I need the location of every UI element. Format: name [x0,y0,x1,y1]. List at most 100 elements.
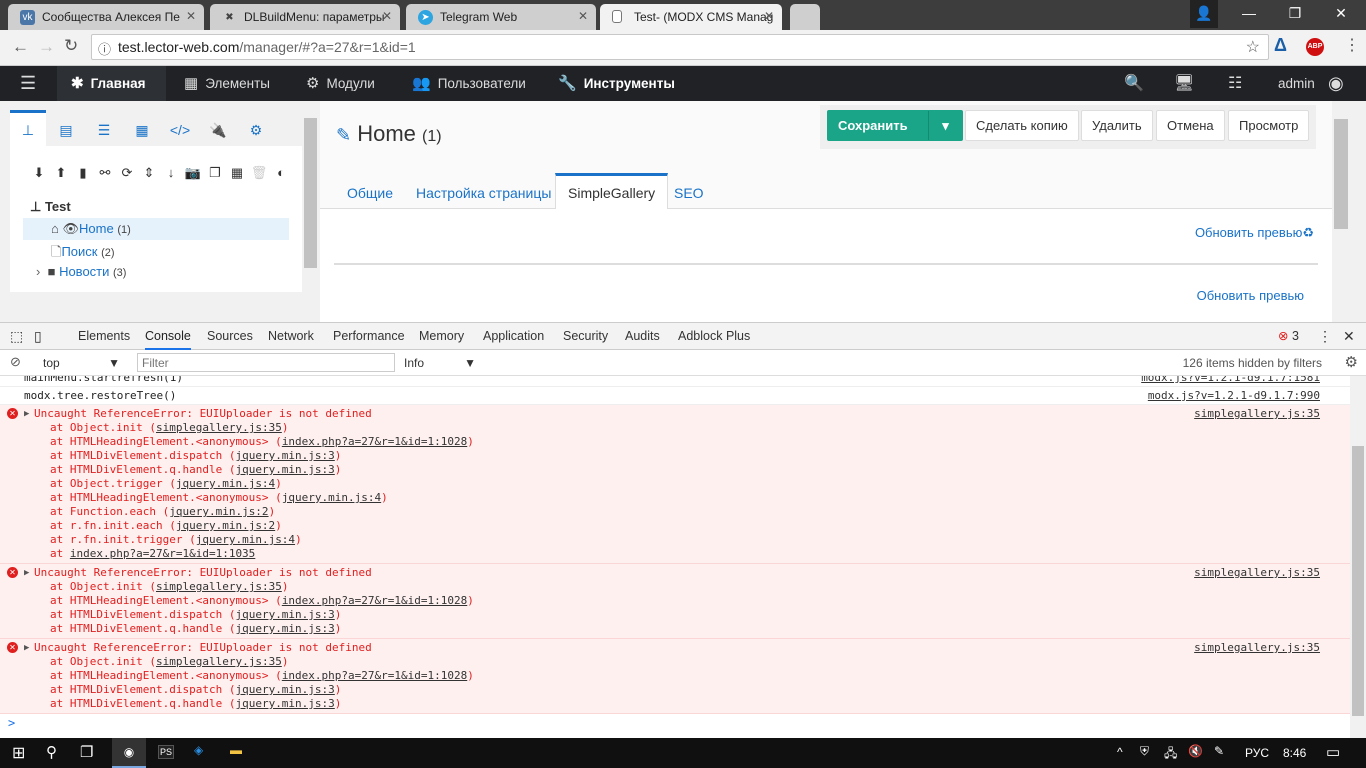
profile-icon[interactable]: 👤 [1190,0,1218,28]
settings-sliders-icon[interactable]: ☷ [1214,66,1256,101]
stack-link[interactable]: jquery.min.js:4 [196,533,295,546]
tree-node-home[interactable]: ⌂ 👁Home (1) [23,218,289,240]
devtools-tab-memory[interactable]: Memory [419,323,464,350]
stack-link[interactable]: index.php?a=27&r=1&id=1:1028 [282,669,467,682]
new-document-icon[interactable]: ▮ [72,165,94,181]
refresh-icon[interactable]: ⟳ [116,165,138,181]
explorer-taskbar-icon[interactable]: ▬ [230,743,242,757]
close-tab-icon[interactable]: ✕ [578,9,588,23]
console-settings-icon[interactable]: ⚙ [1345,353,1358,371]
grid-icon[interactable]: ▦ [226,165,248,181]
stack-link[interactable]: index.php?a=27&r=1&id=1:1028 [282,594,467,607]
browser-tab[interactable]: ✖ DLBuildMenu: параметры ✕ [210,4,400,30]
devtools-tab-console[interactable]: Console [145,323,191,350]
search-icon[interactable]: ⚲ [46,743,57,761]
close-window-button[interactable]: ✕ [1318,0,1364,28]
chevron-down-icon[interactable]: ▾ [928,111,962,140]
page-scrollbar[interactable] [1332,101,1366,322]
teamviewer-taskbar-icon[interactable]: ◈ [194,743,203,757]
close-tab-icon[interactable]: ✕ [382,9,392,23]
nav-item-tools[interactable]: 🔧 Инструменты [544,66,689,101]
network-icon[interactable]: 🖧 [1164,744,1177,765]
stack-link[interactable]: index.php?a=27&r=1&id=1:1035 [70,547,255,560]
preview-button[interactable]: Просмотр [1228,110,1310,141]
menu-kebab-icon[interactable]: ⋮ [1344,35,1360,55]
tray-expand-icon[interactable]: ^ [1117,745,1123,759]
restore-button[interactable]: ❐ [1272,0,1318,28]
tree-tab-chunks-icon[interactable]: ▦ [124,110,160,146]
source-link[interactable]: simplegallery.js:35 [1194,407,1320,421]
save-button[interactable]: Сохранить ▾ [827,110,963,141]
notifications-icon[interactable]: ▭ [1326,743,1340,761]
browser-tab-active[interactable]: Test- (MODX CMS Manag ✕ [600,4,782,30]
expand-triangle-icon[interactable]: ▶ [24,641,29,655]
delete-button[interactable]: Удалить [1081,110,1153,141]
stack-link[interactable]: jquery.min.js:4 [282,491,381,504]
refresh-preview-link[interactable]: Обновить превью [1197,288,1304,303]
contrast-icon[interactable]: ◐ [270,165,292,180]
nav-item-users[interactable]: 👥 Пользователи [398,66,540,101]
tree-tab-plugin-icon[interactable]: 🔌 [200,110,236,146]
tab-page-settings[interactable]: Настройка страницы [404,173,563,209]
trash-icon[interactable]: 🗑 [248,165,270,181]
expand-triangle-icon[interactable]: ▶ [24,407,29,421]
stack-link[interactable]: jquery.min.js:3 [235,608,334,621]
devtools-tab-sources[interactable]: Sources [207,323,253,350]
device-toggle-icon[interactable]: ▯ [34,323,42,350]
nav-item-modules[interactable]: ⚙ Модули [292,66,389,101]
tree-tab-tv-icon[interactable]: ☰ [86,110,122,146]
source-link[interactable]: modx.js?v=1.2.1-d9.1.7:990 [1148,387,1320,405]
nav-item-home[interactable]: ✱ Главная [57,66,166,101]
devtools-tab-network[interactable]: Network [268,323,314,350]
tree-node-search[interactable]: 🗋Поиск (2) [51,243,115,265]
sort-numeric-icon[interactable]: ↓ [160,165,182,180]
tab-simplegallery[interactable]: SimpleGallery [555,173,669,209]
language-indicator[interactable]: РУС [1245,746,1269,760]
source-link[interactable]: simplegallery.js:35 [1194,641,1320,655]
stack-link[interactable]: simplegallery.js:35 [156,655,282,668]
bookmark-star-icon[interactable]: ☆ [1246,37,1260,57]
task-view-icon[interactable]: ❐ [80,743,93,761]
url-input[interactable]: ⓘ test.lector-web.com/manager/#?a=27&r=1… [91,34,1269,60]
refresh-preview-link[interactable]: Обновить превью♻ [1195,225,1314,241]
close-tab-icon[interactable]: ✕ [186,9,196,23]
forward-icon[interactable]: → [38,37,55,57]
search-icon[interactable]: 🔍 [1110,66,1158,101]
close-tab-icon[interactable]: ✕ [764,9,774,23]
camera-icon[interactable]: 📷 [182,165,204,181]
inspect-icon[interactable]: ⬚ [10,323,23,350]
stack-link[interactable]: simplegallery.js:35 [156,421,282,434]
close-devtools-icon[interactable]: ✕ [1343,323,1355,350]
tab-seo[interactable]: SEO [662,173,716,209]
minimize-button[interactable]: — [1226,0,1272,28]
browser-tab[interactable]: vk Сообщества Алексея Пе ✕ [8,4,204,30]
stack-link[interactable]: jquery.min.js:3 [235,622,334,635]
log-level-select[interactable]: Info ▼ [398,353,480,373]
console-prompt[interactable]: > [0,714,1350,732]
devtools-tab-adblock[interactable]: Adblock Plus [678,323,750,350]
tree-node-news[interactable]: › ■ Новости (3) [36,264,126,279]
browser-tab[interactable]: ➤ Telegram Web ✕ [406,4,596,30]
stack-link[interactable]: index.php?a=27&r=1&id=1:1028 [282,435,467,448]
sort-icon[interactable]: ⇕ [138,165,160,181]
defender-icon[interactable]: ⛨ [1140,744,1149,759]
stack-link[interactable]: simplegallery.js:35 [156,580,282,593]
link-icon[interactable]: ⚯ [94,165,116,181]
devtools-tab-application[interactable]: Application [483,323,544,350]
tab-general[interactable]: Общие [335,173,405,209]
tree-tab-templates-icon[interactable]: ▤ [48,110,84,146]
stack-link[interactable]: jquery.min.js:2 [176,519,275,532]
devtools-menu-icon[interactable]: ⋮ [1318,323,1332,350]
phpstorm-taskbar-icon[interactable]: PS [158,745,175,759]
stack-link[interactable]: jquery.min.js:3 [235,683,334,696]
chevron-right-icon[interactable]: › [36,264,40,279]
error-counter[interactable]: ⊗ 3 [1278,323,1299,350]
stack-link[interactable]: jquery.min.js:4 [176,477,275,490]
hamburger-icon[interactable]: ☰ [6,66,50,101]
chrome-taskbar-icon[interactable]: ◉ [112,738,146,768]
tree-scrollbar[interactable] [303,103,318,303]
nav-item-elements[interactable]: ▦ Элементы [170,66,284,101]
expand-icon[interactable]: ⬇ [28,165,50,181]
monitor-icon[interactable]: 🖥 [1160,66,1208,101]
user-avatar-icon[interactable]: ◉ [1314,66,1358,101]
